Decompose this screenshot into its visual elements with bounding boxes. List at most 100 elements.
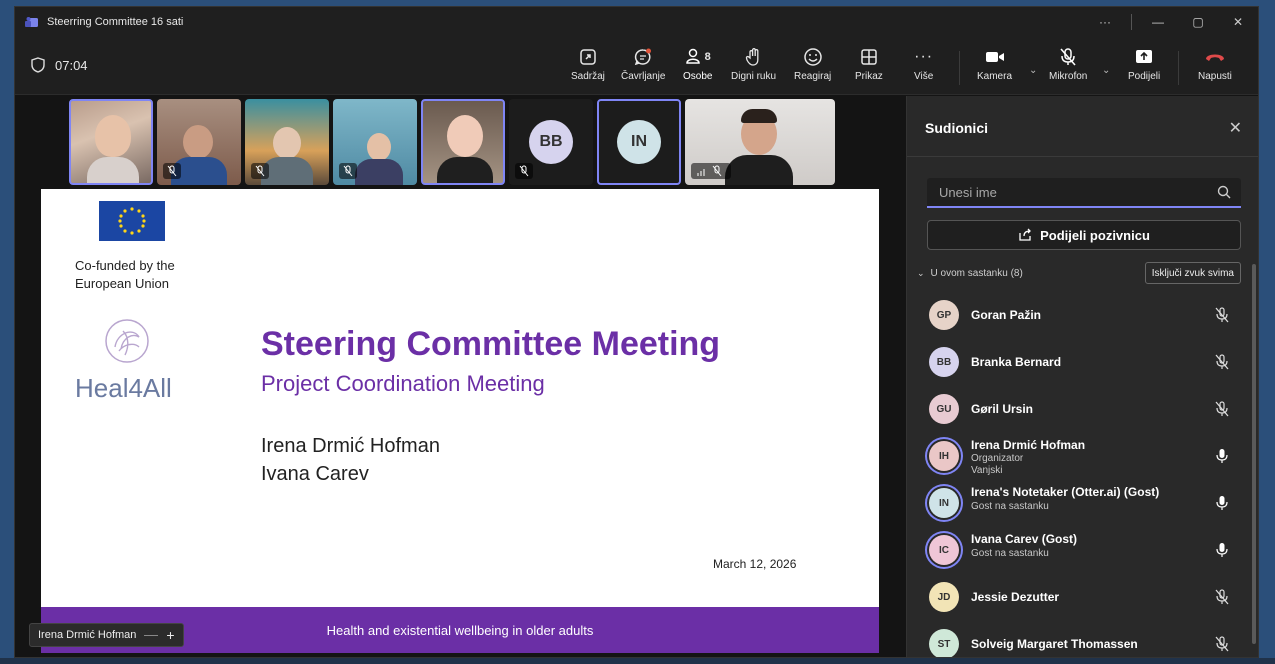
participant-name: Branka Bernard <box>971 355 1062 369</box>
react-button[interactable]: Reagiraj <box>794 45 831 82</box>
people-count: 8 <box>704 51 711 63</box>
mic-off-icon <box>1215 589 1229 610</box>
avatar: IN <box>617 120 661 164</box>
mic-off-icon <box>1059 45 1077 69</box>
in-meeting-section-header[interactable]: ⌄ U ovom sastanku (8) Isključi zvuk svim… <box>917 262 1241 284</box>
participant-name: Ivana Carev (Gost) <box>971 532 1078 546</box>
share-screen-button[interactable]: Podijeli <box>1128 45 1160 82</box>
raise-hand-button[interactable]: Digni ruku <box>731 45 776 82</box>
view-grid-icon <box>860 45 878 69</box>
plus-icon[interactable]: + <box>166 627 174 643</box>
video-tile[interactable] <box>245 99 329 185</box>
mic-options-chevron-icon[interactable]: ⌄ <box>1102 65 1110 76</box>
chat-icon <box>633 45 653 69</box>
more-button[interactable]: ··· Više <box>914 45 933 82</box>
mic-off-icon <box>1215 401 1229 422</box>
video-tile[interactable] <box>685 99 835 185</box>
avatar: JD <box>929 582 959 612</box>
mic-off-icon <box>251 163 269 179</box>
slide-subtitle: Project Coordination Meeting <box>261 371 545 396</box>
maximize-button[interactable]: ▢ <box>1178 7 1218 37</box>
panel-title: Sudionici <box>925 120 988 136</box>
avatar: BB <box>529 120 573 164</box>
presenter-name-tag[interactable]: Irena Drmić Hofman + <box>29 623 184 647</box>
participant-row[interactable]: GP Goran Pažin <box>907 292 1247 339</box>
camera-options-chevron-icon[interactable]: ⌄ <box>1029 65 1037 76</box>
mic-off-icon <box>339 163 357 179</box>
participant-row[interactable]: IN Irena's Notetaker (Otter.ai) (Gost) G… <box>907 480 1247 527</box>
participant-list-scrollbar[interactable] <box>1252 264 1256 644</box>
participant-row[interactable]: GU Gøril Ursin <box>907 386 1247 433</box>
people-button[interactable]: 8 Osobe <box>683 45 712 82</box>
eu-flag-icon <box>99 201 165 241</box>
avatar: IC <box>929 535 959 565</box>
avatar: IH <box>929 441 959 471</box>
chat-button[interactable]: Čavrljanje <box>621 45 665 82</box>
video-tile[interactable] <box>333 99 417 185</box>
mic-off-icon <box>163 163 181 179</box>
share-icon <box>1019 228 1032 241</box>
react-smiley-icon <box>803 45 823 69</box>
mic-on-icon <box>1215 448 1229 469</box>
heal4all-logo-text: Heal4All <box>75 373 172 403</box>
video-tile[interactable]: BB <box>509 99 593 185</box>
shield-icon <box>31 57 45 73</box>
share-invite-button[interactable]: Podijeli pozivnicu <box>927 220 1241 250</box>
avatar: GU <box>929 394 959 424</box>
mic-off-icon <box>691 163 731 179</box>
hang-up-icon <box>1204 45 1226 69</box>
window-more-icon[interactable]: ··· <box>1085 7 1125 37</box>
participants-panel: Sudionici ✕ Podijeli pozivnicu ⌄ U ovom … <box>906 96 1258 657</box>
microphone-button[interactable]: Mikrofon <box>1049 45 1087 82</box>
camera-button[interactable]: Kamera <box>977 45 1012 82</box>
avatar: IN <box>929 488 959 518</box>
leave-button[interactable]: Napusti <box>1198 45 1232 82</box>
raise-hand-icon <box>745 45 763 69</box>
participant-name: Jessie Dezutter <box>971 590 1060 604</box>
close-window-button[interactable]: ✕ <box>1218 7 1258 37</box>
participant-name: Gøril Ursin <box>971 402 1034 416</box>
share-screen-icon <box>1134 45 1154 69</box>
minimize-button[interactable]: — <box>1138 7 1178 37</box>
mic-off-icon <box>1215 307 1229 328</box>
participant-name: Irena's Notetaker (Otter.ai) (Gost) <box>971 485 1160 499</box>
mic-off-icon <box>515 163 533 179</box>
window-title: Steerring Committee 16 sati <box>47 16 184 28</box>
search-icon[interactable] <box>1217 185 1231 204</box>
video-tile[interactable] <box>69 99 153 185</box>
shared-presentation-slide: Co-funded by the European Union Heal4All… <box>41 189 879 653</box>
participant-name: Goran Pažin <box>971 308 1042 322</box>
mute-all-button[interactable]: Isključi zvuk svima <box>1144 262 1241 284</box>
avatar: BB <box>929 347 959 377</box>
taskbar <box>0 658 1275 664</box>
participant-row[interactable]: IC Ivana Carev (Gost) Gost na sastanku <box>907 527 1247 574</box>
video-tile[interactable]: IN <box>597 99 681 185</box>
participant-row[interactable]: ST Solveig Margaret Thomassen <box>907 621 1247 657</box>
participant-list: GP Goran Pažin BB Branka Bernard GU Gøri… <box>907 292 1247 657</box>
video-strip: BB IN <box>69 99 839 187</box>
participant-row[interactable]: JD Jessie Dezutter <box>907 574 1247 621</box>
avatar: GP <box>929 300 959 330</box>
close-panel-icon[interactable]: ✕ <box>1229 118 1242 138</box>
participant-role: Gost na sastanku <box>971 548 1049 559</box>
participant-name: Irena Drmić Hofman <box>971 438 1086 452</box>
participant-row[interactable]: BB Branka Bernard <box>907 339 1247 386</box>
view-button[interactable]: Prikaz <box>855 45 883 82</box>
presenter-name-2: Ivana Carev <box>261 463 369 485</box>
timer-text: 07:04 <box>55 57 88 73</box>
camera-icon <box>984 45 1006 69</box>
meeting-timer: 07:04 <box>31 57 88 73</box>
content-button[interactable]: Sadržaj <box>571 45 605 82</box>
section-label: U ovom sastanku (8) <box>930 267 1023 279</box>
search-input[interactable] <box>927 178 1197 206</box>
participant-row[interactable]: IH Irena Drmić Hofman Organizator Vanjsk… <box>907 433 1247 480</box>
search-box <box>927 178 1241 208</box>
video-tile[interactable] <box>421 99 505 185</box>
video-tile[interactable] <box>157 99 241 185</box>
slide-date: March 12, 2026 <box>713 557 797 571</box>
chevron-down-icon: ⌄ <box>917 267 925 278</box>
mic-off-icon <box>1215 354 1229 375</box>
participant-external-label: Vanjski <box>971 465 1003 476</box>
meeting-toolbar: 07:04 Sadržaj Čavrljanje 8 Osobe Digni r… <box>15 37 1258 95</box>
people-icon <box>685 47 703 68</box>
